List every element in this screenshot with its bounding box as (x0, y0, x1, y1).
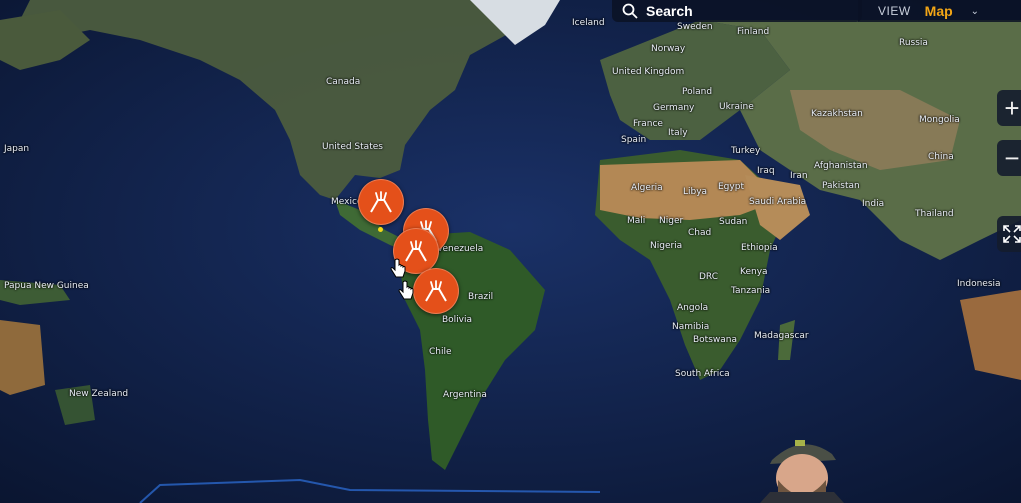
map-label-south-africa: South Africa (675, 369, 730, 379)
map-label-bolivia: Bolivia (442, 315, 473, 325)
map-label-new-zealand: New Zealand (69, 389, 129, 399)
map-label-ukraine: Ukraine (719, 102, 754, 112)
expand-icon (1003, 225, 1021, 243)
map-label-norway: Norway (651, 44, 686, 54)
volcano-marker-mexico[interactable] (358, 179, 404, 225)
presenter-webcam (740, 430, 870, 503)
map-label-sudan: Sudan (719, 217, 748, 227)
map-label-botswana: Botswana (693, 335, 737, 345)
plus-icon: + (1004, 92, 1020, 123)
map-label-spain: Spain (621, 135, 647, 145)
map-label-united-kingdom: United Kingdom (612, 67, 685, 77)
map-label-algeria: Algeria (631, 183, 663, 193)
view-label: VIEW (878, 4, 911, 18)
map-label-mali: Mali (627, 216, 646, 226)
volcano-icon (425, 280, 447, 302)
map-label-niger: Niger (659, 216, 684, 226)
world-map[interactable] (0, 0, 1021, 503)
map-label-united-states: United States (322, 142, 383, 152)
chevron-down-icon[interactable]: ⌄ (971, 6, 979, 17)
map-label-india: India (862, 199, 885, 209)
map-label-chad: Chad (688, 228, 712, 238)
map-label-mongolia: Mongolia (919, 115, 960, 125)
volcano-marker-peru[interactable] (413, 268, 459, 314)
map-label-egypt: Egypt (718, 182, 744, 192)
map-label-drc: DRC (699, 272, 719, 282)
map-label-ethiopia: Ethiopia (741, 243, 778, 253)
map-view-option[interactable]: Map (925, 3, 953, 19)
search-icon (622, 3, 638, 19)
australia-west (0, 320, 45, 395)
fullscreen-button[interactable] (997, 216, 1021, 252)
map-label-chile: Chile (429, 347, 452, 357)
volcano-icon (370, 191, 392, 213)
map-label-sweden: Sweden (677, 22, 713, 32)
map-label-china: China (928, 152, 954, 162)
map-label-japan: Japan (4, 144, 30, 154)
zoom-out-button[interactable]: − (997, 140, 1021, 176)
minus-icon: − (1004, 142, 1020, 173)
map-label-afghanistan: Afghanistan (814, 161, 868, 171)
map-label-canada: Canada (326, 77, 361, 87)
map-label-france: France (633, 119, 663, 129)
map-label-poland: Poland (682, 87, 713, 97)
map-label-indonesia: Indonesia (957, 279, 1001, 289)
map-label-namibia: Namibia (672, 322, 710, 332)
map-label-venezuela: Venezuela (437, 244, 484, 254)
presenter-image (760, 440, 844, 503)
hand-cursor-icon (398, 280, 414, 300)
map-label-italy: Italy (668, 128, 688, 138)
map-label-russia: Russia (899, 38, 928, 48)
map-label-tanzania: Tanzania (731, 286, 771, 296)
map-label-brazil: Brazil (468, 292, 494, 302)
map-label-kazakhstan: Kazakhstan (811, 109, 863, 119)
map-label-finland: Finland (737, 27, 770, 37)
map-label-iceland: Iceland (572, 18, 605, 28)
zoom-in-button[interactable]: + (997, 90, 1021, 126)
view-switch[interactable]: VIEW Map ⌄ (858, 0, 1021, 22)
map-label-papua-new-guinea: Papua New Guinea (4, 281, 89, 291)
map-label-madagascar: Madagascar (754, 331, 809, 341)
map-label-saudi-arabia: Saudi Arabia (749, 197, 807, 207)
hand-cursor-icon (390, 258, 406, 278)
map-label-kenya: Kenya (740, 267, 768, 277)
map-label-nigeria: Nigeria (650, 241, 683, 251)
map-label-iraq: Iraq (757, 166, 775, 176)
map-label-libya: Libya (683, 187, 708, 197)
map-label-pakistan: Pakistan (822, 181, 860, 191)
map-label-argentina: Argentina (443, 390, 487, 400)
map-label-germany: Germany (653, 103, 695, 113)
map-label-turkey: Turkey (731, 146, 761, 156)
search-bar[interactable]: Search (612, 0, 862, 22)
location-dot (378, 227, 383, 232)
map-label-thailand: Thailand (915, 209, 954, 219)
search-label: Search (646, 3, 693, 19)
map-label-angola: Angola (677, 303, 709, 313)
map-label-iran: Iran (790, 171, 808, 181)
